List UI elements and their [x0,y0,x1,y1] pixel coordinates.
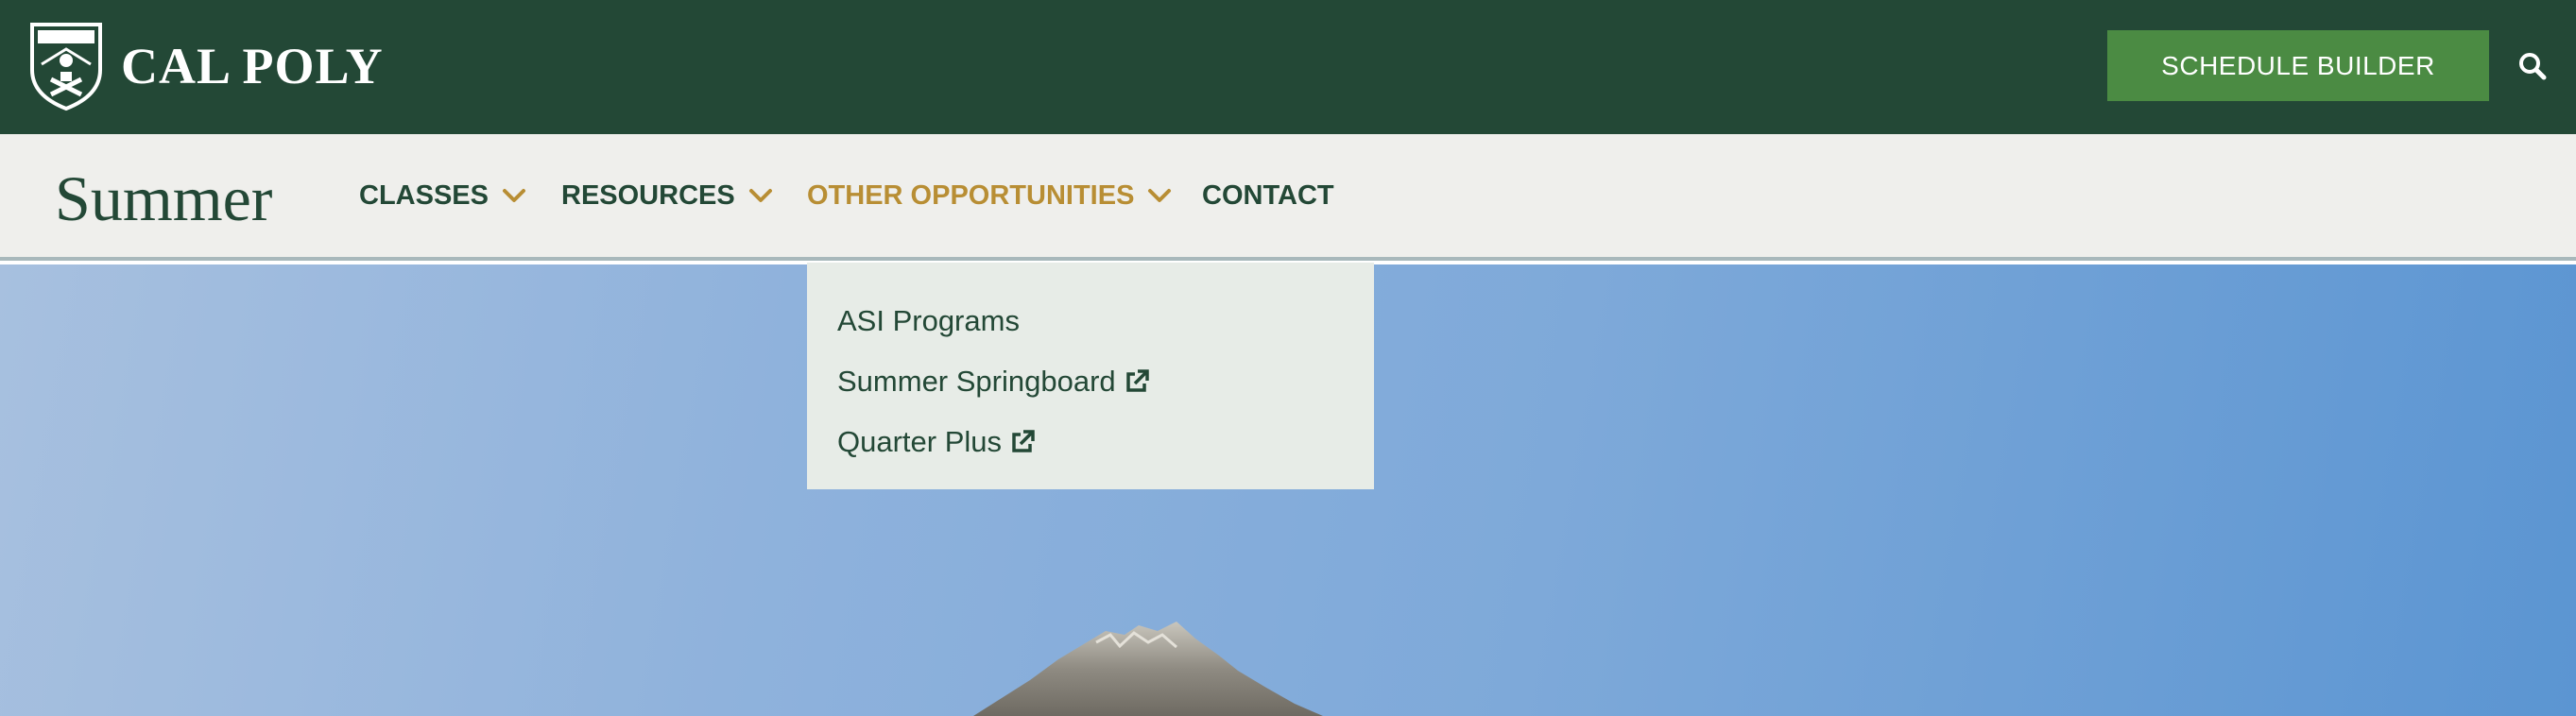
top-header: CAL POLY SCHEDULE BUILDER [0,0,2576,134]
dropdown-item-asi-programs[interactable]: ASI Programs [807,291,1374,351]
chevron-down-icon [748,189,772,202]
nav-other-opportunities[interactable]: OTHER OPPORTUNITIES [807,134,1172,257]
logo-wordmark: CAL POLY [121,38,384,94]
search-button[interactable] [2514,47,2551,85]
dropdown-item-label: Summer Springboard [837,365,1116,398]
nav-classes[interactable]: CLASSES [359,134,526,257]
dropdown-item-label: ASI Programs [837,304,1020,337]
search-icon [2519,53,2547,80]
site-navigation: Summer CLASSES RESOURCES OTHER OPPORTUNI… [0,134,2576,261]
cal-poly-logo[interactable]: CAL POLY [28,21,384,111]
other-opportunities-dropdown: ASI Programs Summer Springboard Quarter … [807,263,1374,489]
chevron-down-icon [502,189,525,202]
schedule-builder-button[interactable]: SCHEDULE BUILDER [2107,30,2489,101]
nav-classes-label: CLASSES [359,179,489,211]
dropdown-item-quarter-plus[interactable]: Quarter Plus [807,412,1374,472]
dropdown-item-summer-springboard[interactable]: Summer Springboard [807,351,1374,412]
nav-contact[interactable]: CONTACT [1202,134,1334,257]
dropdown-item-label: Quarter Plus [837,425,1003,458]
nav-contact-label: CONTACT [1202,179,1334,211]
chevron-down-icon [1148,189,1172,202]
shield-icon [30,23,102,111]
external-link-icon [1125,369,1149,392]
nav-resources[interactable]: RESOURCES [561,134,773,257]
external-link-icon [1012,430,1035,452]
nav-resources-label: RESOURCES [561,179,735,211]
site-title[interactable]: Summer [55,161,272,238]
nav-other-opportunities-label: OTHER OPPORTUNITIES [807,179,1135,211]
